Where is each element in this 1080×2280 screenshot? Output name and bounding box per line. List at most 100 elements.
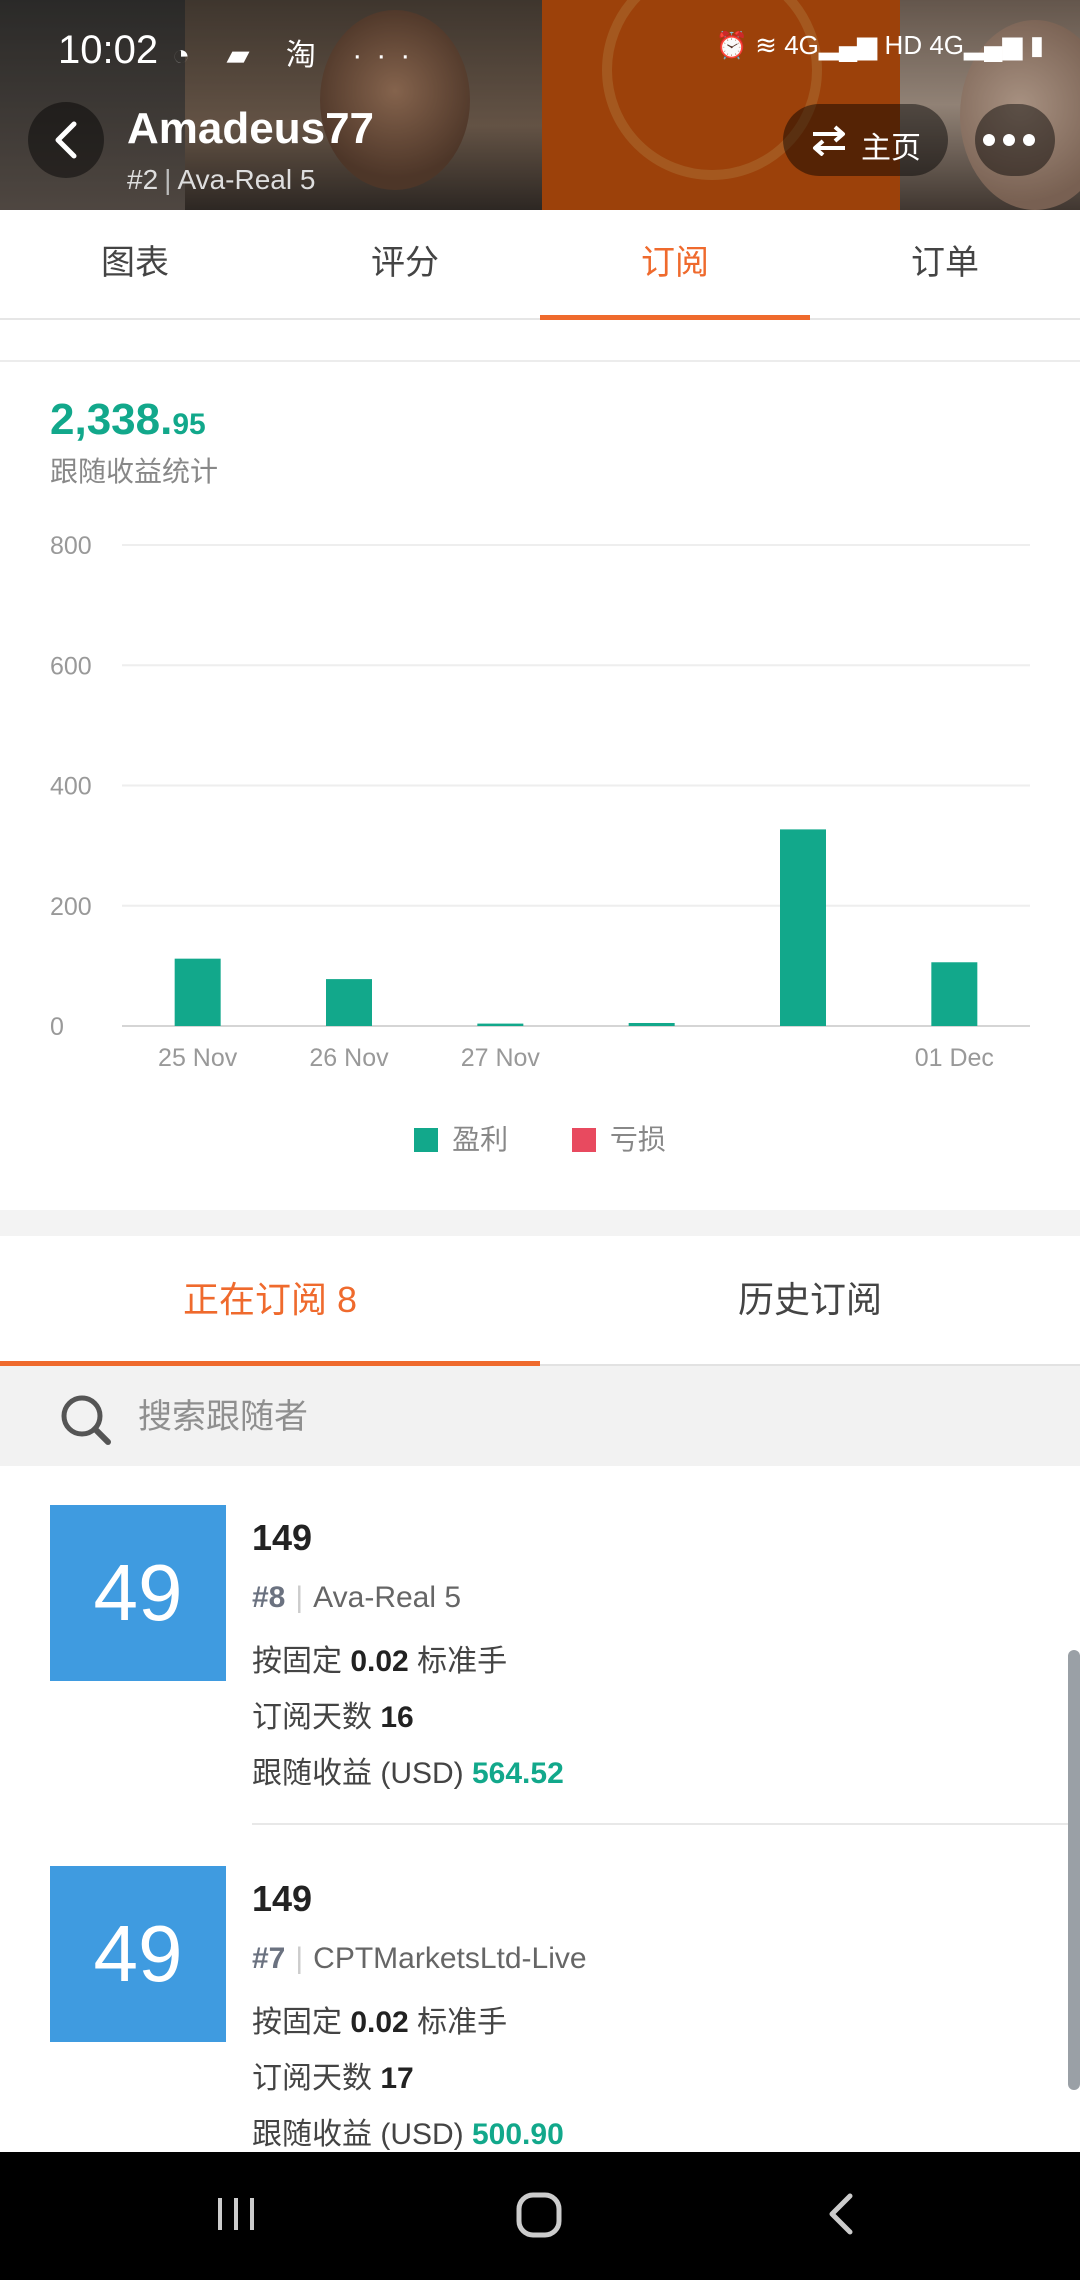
profile-header: 10:02 ◔ ▰ 淘 ··· ⏰ ≋ 4G▂▄▆ HD 4G▂▄▆ ▮ Ama… bbox=[0, 0, 1080, 210]
y-tick-label: 400 bbox=[50, 773, 92, 801]
system-nav-bar bbox=[0, 2152, 1080, 2280]
home-icon[interactable] bbox=[514, 2190, 564, 2240]
user-rank: #2 bbox=[127, 164, 159, 195]
days-label: 订阅天数 bbox=[252, 1701, 372, 1734]
days-value: 16 bbox=[380, 1701, 414, 1734]
avatar: 49 bbox=[50, 1505, 226, 1681]
follower-rank: #7 bbox=[252, 1942, 286, 1975]
tab-subscription[interactable]: 订阅 bbox=[540, 210, 810, 320]
lots-prefix: 按固定 bbox=[252, 2006, 342, 2039]
profit-label: 跟随收益 (USD) bbox=[252, 1757, 464, 1790]
bar-profit bbox=[780, 829, 826, 1026]
tab-orders[interactable]: 订单 bbox=[810, 210, 1080, 318]
4g-signal-icon: 4G bbox=[929, 30, 965, 60]
home-button-label: 主页 bbox=[861, 132, 921, 165]
y-tick-label: 800 bbox=[50, 532, 92, 560]
follower-days: 订阅天数 17 bbox=[252, 2053, 414, 2097]
signal-bars-icon: ▂▄▆ bbox=[964, 30, 1023, 60]
bar-profit bbox=[628, 1022, 675, 1026]
list-divider bbox=[252, 1823, 1080, 1825]
bar-profit bbox=[477, 1023, 524, 1026]
more-dot-icon bbox=[1003, 134, 1015, 146]
status-right-icons: ⏰ ≋ 4G▂▄▆ HD 4G▂▄▆ ▮ bbox=[716, 30, 1044, 61]
recent-apps-icon[interactable] bbox=[212, 2190, 260, 2238]
follower-account-name: CPTMarketsLtd-Live bbox=[313, 1942, 587, 1975]
profit-bar-chart: 0 200 400 600 800 25 Nov 26 Nov 27 Nov 01 Dec bbox=[50, 532, 1030, 1072]
search-icon bbox=[61, 1395, 111, 1445]
chevron-left-icon bbox=[55, 121, 77, 159]
notification-icon: ◔ bbox=[172, 39, 205, 72]
tab-history-subscriptions[interactable]: 历史订阅 bbox=[540, 1236, 1080, 1364]
search-followers-input[interactable] bbox=[136, 1386, 1020, 1448]
more-dot-icon bbox=[1023, 134, 1035, 146]
avatar: 49 bbox=[50, 1866, 226, 2042]
lots-suffix: 标准手 bbox=[417, 1645, 508, 1678]
x-tick-label: 25 Nov bbox=[158, 1044, 238, 1072]
profit-value: 500.90 bbox=[472, 2118, 564, 2151]
message-icon: ▰ bbox=[226, 39, 264, 72]
total-profit-decimal: 95 bbox=[172, 408, 206, 441]
back-button[interactable] bbox=[28, 102, 104, 178]
legend-item-profit[interactable]: 盈利 bbox=[414, 1118, 508, 1158]
follower-lots: 按固定 0.02 标准手 bbox=[252, 1997, 507, 2041]
status-bar: 10:02 ◔ ▰ 淘 ··· ⏰ ≋ 4G▂▄▆ HD 4G▂▄▆ ▮ bbox=[0, 0, 1080, 100]
legend-swatch-loss bbox=[571, 1128, 596, 1152]
main-tabs: 图表 评分 订阅 订单 bbox=[0, 210, 1080, 320]
follower-name: 149 bbox=[252, 1878, 313, 1919]
lots-prefix: 按固定 bbox=[252, 1645, 342, 1678]
legend-item-loss[interactable]: 亏损 bbox=[571, 1118, 666, 1158]
separator: | bbox=[295, 1942, 304, 1975]
total-profit-label: 跟随收益统计 bbox=[50, 456, 219, 487]
follower-rank: #8 bbox=[252, 1581, 286, 1614]
search-bar bbox=[0, 1366, 1080, 1466]
y-tick-label: 0 bbox=[50, 1013, 64, 1041]
x-tick-label: 01 Dec bbox=[915, 1044, 994, 1072]
wifi-icon: ≋ bbox=[755, 30, 777, 60]
tab-current-subscriptions[interactable]: 正在订阅 8 bbox=[0, 1236, 540, 1366]
follower-days: 订阅天数 16 bbox=[252, 1692, 414, 1736]
more-dot-icon bbox=[983, 134, 995, 146]
back-nav-icon[interactable] bbox=[818, 2190, 866, 2238]
user-account-info: #2 | Ava-Real 5 bbox=[127, 164, 315, 196]
follower-profit: 跟随收益 (USD) 500.90 bbox=[252, 2109, 564, 2153]
separator: | bbox=[295, 1581, 304, 1614]
user-name: Amadeus77 bbox=[127, 104, 375, 153]
4g-signal-icon: 4G bbox=[784, 30, 819, 60]
subscription-tabs: 正在订阅 8 历史订阅 bbox=[0, 1236, 1080, 1366]
legend-swatch-profit bbox=[414, 1128, 439, 1152]
follower-account: #7 | CPTMarketsLtd-Live bbox=[252, 1942, 587, 1976]
profit-value: 564.52 bbox=[472, 1757, 564, 1790]
y-tick-label: 200 bbox=[50, 893, 92, 921]
hd-icon: HD bbox=[884, 30, 923, 60]
separator: | bbox=[164, 164, 172, 195]
follower-account: #8 | Ava-Real 5 bbox=[252, 1581, 461, 1615]
chart-legend: 盈利 亏损 bbox=[0, 1118, 1080, 1158]
bar-profit bbox=[326, 979, 372, 1026]
tab-chart[interactable]: 图表 bbox=[0, 210, 270, 318]
more-options-button[interactable] bbox=[975, 104, 1055, 176]
follower-name: 149 bbox=[252, 1517, 313, 1558]
legend-label-loss: 亏损 bbox=[609, 1124, 666, 1155]
bar-profit bbox=[931, 962, 978, 1026]
lots-value: 0.02 bbox=[350, 2006, 409, 2039]
profit-label: 跟随收益 (USD) bbox=[252, 2118, 464, 2151]
more-dots-icon: ··· bbox=[352, 39, 425, 72]
total-profit-integer: 2,338. bbox=[50, 395, 173, 444]
lots-value: 0.02 bbox=[350, 1645, 409, 1678]
x-tick-label: 27 Nov bbox=[461, 1044, 541, 1072]
lots-suffix: 标准手 bbox=[417, 2006, 508, 2039]
days-value: 17 bbox=[380, 2062, 414, 2095]
battery-icon: ▮ bbox=[1029, 30, 1044, 60]
scrollbar[interactable] bbox=[1068, 1650, 1080, 2090]
x-tick-label: 26 Nov bbox=[309, 1044, 389, 1072]
follower-list-item[interactable]: 49 149 #8 | Ava-Real 5 按固定 0.02 标准手 订阅天数 1… bbox=[0, 1505, 1080, 1865]
follower-profit: 跟随收益 (USD) 564.52 bbox=[252, 1748, 564, 1792]
bar-profit bbox=[174, 958, 221, 1026]
y-tick-label: 600 bbox=[50, 652, 92, 680]
tab-rating[interactable]: 评分 bbox=[270, 210, 540, 318]
legend-label-profit: 盈利 bbox=[452, 1124, 509, 1155]
total-follow-profit: 2,338.95 bbox=[50, 395, 206, 445]
days-label: 订阅天数 bbox=[252, 2062, 372, 2095]
status-left-icons: ◔ ▰ 淘 ··· bbox=[172, 30, 424, 74]
home-button[interactable]: 主页 bbox=[783, 104, 948, 176]
